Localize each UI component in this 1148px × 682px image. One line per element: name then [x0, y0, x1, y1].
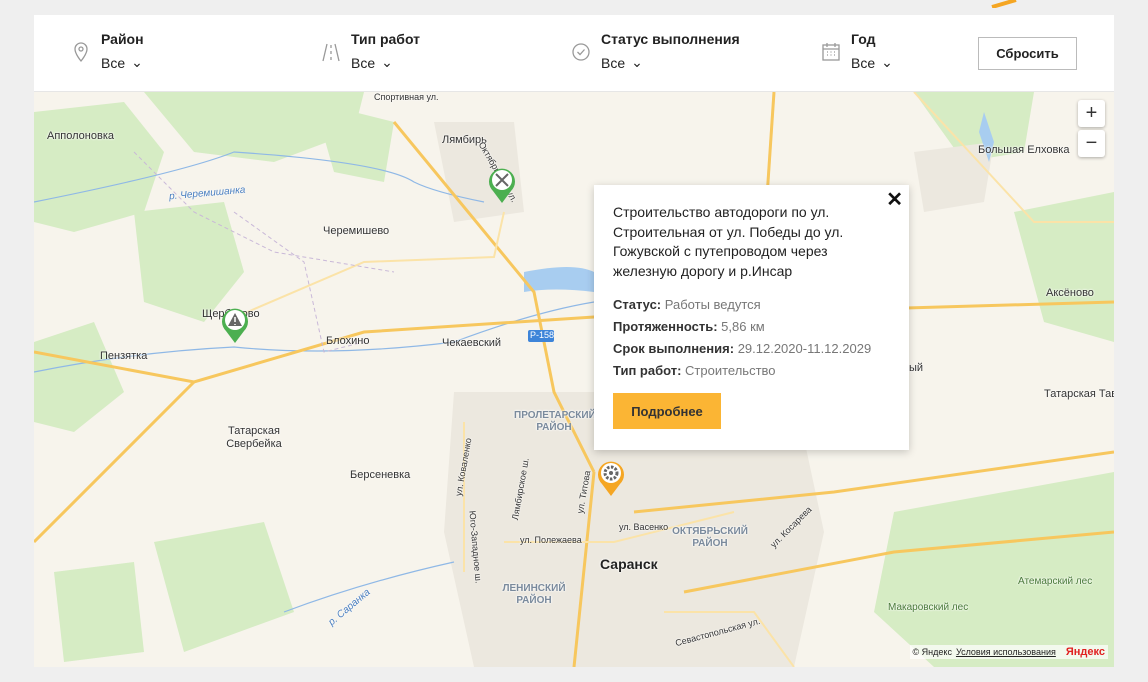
reset-button[interactable]: Сбросить [978, 37, 1077, 70]
map-label: Пензятка [100, 350, 148, 362]
map[interactable]: Апполоновка Лямбирь Спортивная ул. Октяб… [34, 92, 1114, 667]
district-label: ЛЕНИНСКИЙ РАЙОН [502, 583, 566, 606]
map-label: Большая Елховка [978, 144, 1070, 156]
popup-status: Статус: Работы ведутся [613, 297, 761, 312]
filter-panel: Район Все ⌄ Тип работ Все ⌄ Статус выполне… [34, 15, 1114, 92]
map-label: Атемарский лес [1018, 576, 1093, 587]
map-label: Чекаевский [442, 337, 502, 349]
filter-value: Все [851, 54, 876, 71]
object-popup: ✕ Строительство автодороги по ул. Строит… [594, 185, 909, 450]
chevron-down-icon: ⌄ [631, 54, 643, 70]
filter-label: Тип работ [351, 31, 421, 47]
terms-link[interactable]: Условия использования [956, 647, 1056, 657]
filter-value: Все [101, 54, 126, 71]
map-background [34, 92, 1114, 667]
district-label: ПРОЛЕТАРСКИЙ РАЙОН [514, 410, 596, 433]
work-type-select[interactable]: Все ⌄ [351, 54, 420, 71]
filter-value: Все [351, 54, 376, 71]
map-label: Аксёново [1046, 287, 1094, 299]
road-icon [322, 43, 340, 62]
map-label: Апполоновка [47, 130, 114, 142]
city-label: Саранск [600, 556, 658, 572]
filter-work-type[interactable]: Тип работ Все ⌄ [320, 31, 420, 71]
map-copyright: © Яндекс Условия использования Яндекс [909, 645, 1108, 659]
status-select[interactable]: Все ⌄ [601, 54, 740, 71]
map-pin-icon [74, 42, 88, 62]
map-label: Блохино [326, 335, 370, 347]
marker-repair[interactable] [486, 165, 518, 205]
filter-label: Статус выполнения [601, 31, 740, 47]
district-label: ОКТЯБРЬСКИЙ РАЙОН [672, 526, 748, 549]
street-label: ул. Полежаева [520, 535, 582, 545]
chevron-down-icon: ⌄ [881, 54, 893, 70]
road-number-label: Р-158 [530, 330, 555, 340]
filter-district[interactable]: Район Все ⌄ [70, 31, 144, 71]
filter-year[interactable]: Год Все ⌄ [820, 31, 893, 71]
filter-value: Все [601, 54, 626, 71]
map-label: Черемишево [323, 225, 390, 237]
decorative-arrow [991, 0, 1017, 8]
map-label: Татарская Свербейка [226, 425, 282, 450]
calendar-icon [822, 43, 840, 61]
details-button[interactable]: Подробнее [613, 393, 721, 429]
filter-label: Район [101, 31, 144, 47]
district-select[interactable]: Все ⌄ [101, 54, 144, 71]
yandex-logo[interactable]: Яндекс [1066, 646, 1105, 658]
map-label: Спортивная ул. [374, 92, 439, 102]
map-label: Татарская Тавла [1044, 388, 1114, 400]
marker-warning[interactable] [219, 305, 251, 345]
check-circle-icon [572, 43, 590, 61]
zoom-out-button[interactable]: − [1078, 130, 1105, 157]
chevron-down-icon: ⌄ [381, 54, 393, 70]
popup-term: Срок выполнения: 29.12.2020-11.12.2029 [613, 341, 872, 356]
popup-title: Строительство автодороги по ул. Строител… [613, 204, 844, 279]
popup-work-type: Тип работ: Строительство [613, 363, 776, 378]
close-icon[interactable]: ✕ [886, 187, 903, 212]
filter-status[interactable]: Статус выполнения Все ⌄ [570, 31, 740, 71]
filter-label: Год [851, 31, 876, 47]
map-label: Берсеневка [350, 469, 411, 481]
map-label: ый [909, 362, 924, 374]
chevron-down-icon: ⌄ [131, 54, 143, 70]
year-select[interactable]: Все ⌄ [851, 54, 893, 71]
marker-construction[interactable] [595, 458, 627, 498]
street-label: ул. Васенко [619, 522, 669, 532]
map-label: Макаровский лес [888, 602, 969, 613]
popup-length: Протяженность: 5,86 км [613, 319, 765, 334]
zoom-in-button[interactable]: + [1078, 100, 1105, 127]
